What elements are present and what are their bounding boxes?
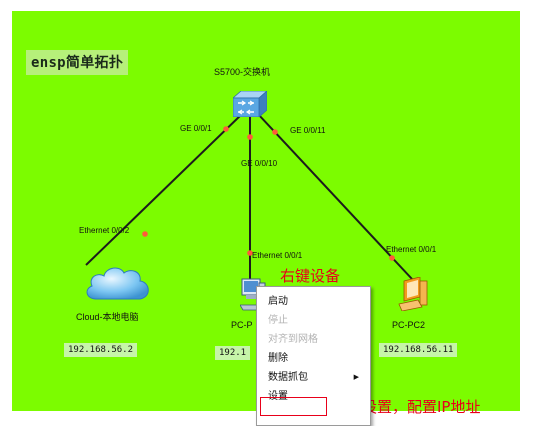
port-dot-cloud	[142, 231, 148, 237]
port-dot-switch-ge1	[223, 126, 229, 132]
switch-icon[interactable]	[233, 91, 267, 117]
port-dot-switch-ge11	[272, 129, 278, 135]
port-label-ge11: GE 0/0/11	[290, 126, 326, 135]
port-label-pc1: Ethernet 0/0/1	[252, 251, 303, 260]
menu-item-align-grid[interactable]: 对齐到网格	[257, 330, 370, 349]
submenu-arrow-icon: ▶	[353, 373, 359, 381]
menu-item-label: 启动	[268, 296, 288, 307]
pc1-ip: 192.1	[215, 346, 251, 360]
menu-item-label: 删除	[268, 353, 288, 364]
port-label-pc2: Ethernet 0/0/1	[386, 245, 437, 254]
topology-title: ensp简单拓扑	[26, 50, 129, 75]
port-label-ge10: GE 0/0/10	[241, 159, 278, 168]
cloud-icon[interactable]	[84, 263, 152, 303]
right-click-annotation: 右键设备	[280, 267, 341, 285]
pc2-label: PC-PC2	[392, 320, 426, 330]
menu-item-label: 对齐到网格	[268, 334, 318, 345]
port-dot-switch-ge10	[247, 134, 253, 140]
port-label-ge1: GE 0/0/1	[180, 124, 212, 133]
settings-highlight-box	[260, 397, 327, 416]
menu-item-label: 数据抓包	[268, 372, 308, 383]
menu-item-capture[interactable]: 数据抓包 ▶	[257, 368, 370, 387]
link-switch-cloud[interactable]	[85, 113, 243, 266]
pc1-label: PC-P	[231, 320, 253, 330]
pc2-ip: 192.168.56.11	[379, 343, 458, 357]
menu-item-start[interactable]: 启动	[257, 292, 370, 311]
menu-item-label: 停止	[268, 315, 288, 326]
switch-label: S5700-交换机	[214, 67, 271, 77]
menu-item-delete[interactable]: 删除	[257, 349, 370, 368]
cloud-ip: 192.168.56.2	[64, 343, 138, 357]
pc-icon[interactable]	[398, 277, 428, 311]
cloud-label: Cloud-本地电脑	[76, 312, 139, 322]
port-dot-pc2	[389, 255, 395, 261]
port-label-cloud: Ethernet 0/0/2	[79, 226, 130, 235]
menu-item-stop[interactable]: 停止	[257, 311, 370, 330]
